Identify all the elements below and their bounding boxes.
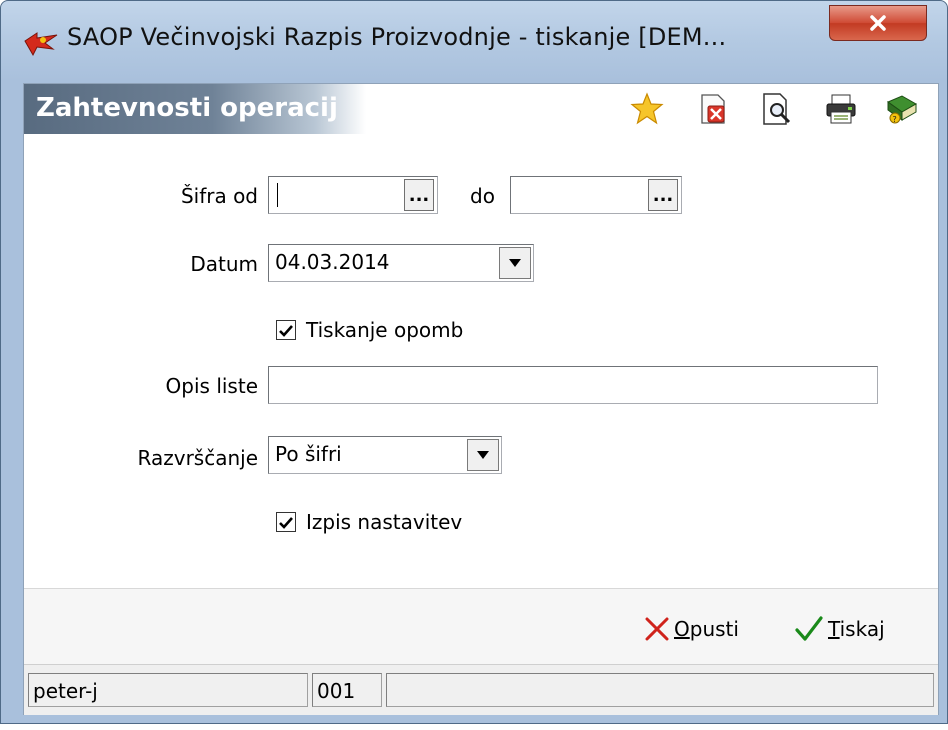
status-user: peter-j: [28, 673, 308, 707]
close-button[interactable]: [829, 5, 927, 41]
svg-text:?: ?: [893, 115, 897, 124]
window-frame: SAOP Večinvojski Razpis Proizvodnje - ti…: [0, 0, 948, 724]
text-cursor: [277, 183, 278, 207]
izpis-nastavitev-checkbox[interactable]: [276, 512, 296, 532]
datum-dropdown[interactable]: 04.03.2014: [268, 244, 534, 282]
razvrscanje-dropdown[interactable]: Po šifri: [268, 436, 502, 474]
checkmark-icon: [795, 616, 823, 641]
cancel-x-icon: [645, 617, 669, 641]
datum-label: Datum: [190, 252, 258, 276]
cancel-button[interactable]: Opusti: [644, 613, 739, 645]
opis-liste-label: Opis liste: [165, 374, 258, 398]
cancel-accelerator: O: [674, 617, 690, 641]
tiskanje-opomb-label[interactable]: Tiskanje opomb: [306, 318, 463, 342]
sifra-do-lookup-button[interactable]: ...: [648, 179, 678, 211]
close-icon: [870, 15, 886, 31]
opis-liste-input[interactable]: [268, 366, 878, 404]
app-logo-icon: [24, 32, 58, 57]
status-info: [386, 673, 934, 707]
razvrscanje-dropdown-button[interactable]: [467, 439, 499, 471]
chevron-down-icon: [509, 259, 521, 267]
razvrscanje-value: Po šifri: [275, 442, 342, 466]
print-preview-icon[interactable]: [760, 92, 794, 126]
title-bar[interactable]: SAOP Večinvojski Razpis Proizvodnje - ti…: [1, 1, 947, 83]
client-area: Zahtevnosti operacij ? Šifra od ... do .…: [23, 83, 939, 715]
form-title-box: Zahtevnosti operacij: [24, 84, 366, 134]
printer-icon[interactable]: [824, 92, 858, 126]
status-code: 001: [312, 673, 382, 707]
izpis-nastavitev-label[interactable]: Izpis nastavitev: [306, 510, 462, 534]
form-title: Zahtevnosti operacij: [36, 93, 338, 123]
sifra-od-label: Šifra od: [180, 184, 258, 208]
form-area: Šifra od ... do ... Datum 04.03.2014 Tis…: [24, 134, 938, 588]
datum-value: 04.03.2014: [275, 250, 390, 274]
razvrscanje-label: Razvrščanje: [137, 446, 258, 470]
sifra-od-lookup-button[interactable]: ...: [404, 179, 434, 211]
star-icon[interactable]: [630, 92, 664, 126]
print-button[interactable]: Tiskaj: [794, 613, 885, 645]
cancel-label: pusti: [689, 617, 739, 641]
status-bar: peter-j 001: [24, 664, 938, 715]
help-book-icon[interactable]: ?: [884, 92, 918, 126]
print-accelerator: T: [828, 617, 840, 641]
chevron-down-icon: [477, 451, 489, 459]
print-label: iskaj: [839, 617, 885, 641]
form-header: Zahtevnosti operacij ?: [24, 84, 938, 134]
button-area: Opusti Tiskaj: [24, 588, 938, 665]
window-title: SAOP Večinvojski Razpis Proizvodnje - ti…: [67, 23, 727, 51]
checkmark-icon: [279, 325, 293, 337]
delete-document-icon[interactable]: [696, 92, 730, 126]
checkmark-icon: [279, 517, 293, 529]
do-label: do: [470, 184, 495, 208]
datum-dropdown-button[interactable]: [499, 247, 531, 279]
tiskanje-opomb-checkbox[interactable]: [276, 320, 296, 340]
